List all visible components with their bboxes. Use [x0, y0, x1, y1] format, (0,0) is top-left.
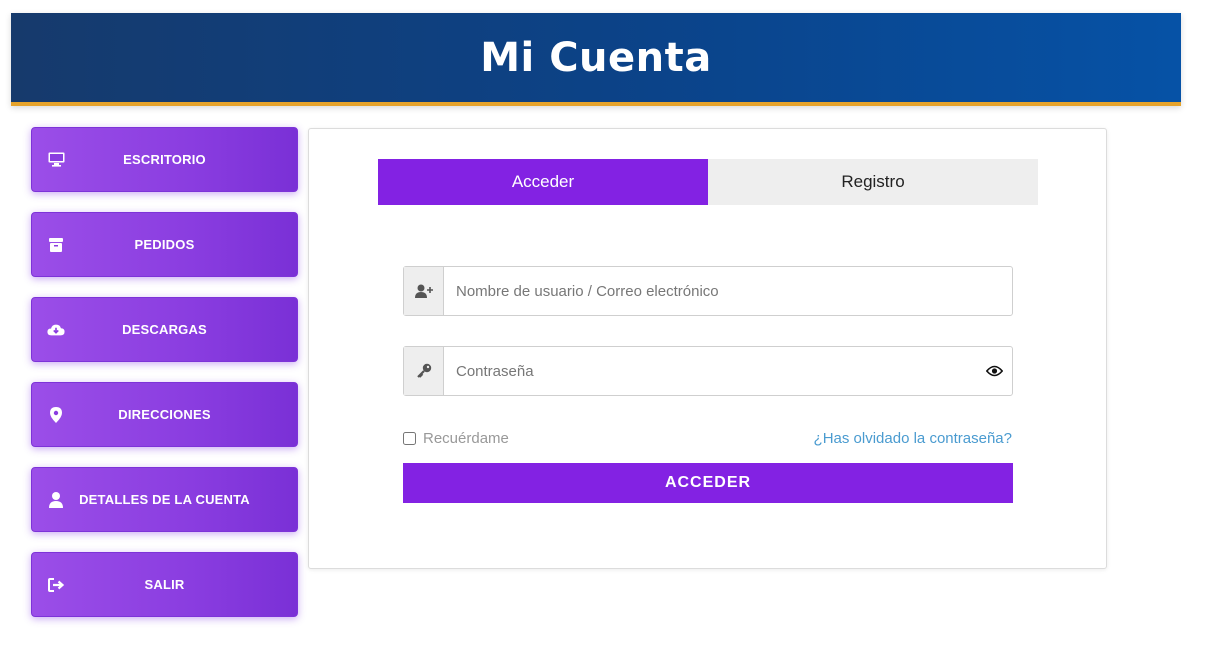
password-input[interactable]: [444, 347, 976, 395]
tab-registro[interactable]: Registro: [708, 159, 1038, 205]
sidebar-item-pedidos[interactable]: PEDIDOS: [31, 212, 298, 277]
sidebar-item-label: SALIR: [144, 577, 185, 592]
key-icon: [404, 347, 444, 395]
auth-tabs: Acceder Registro: [378, 159, 1038, 205]
user-plus-icon: [404, 267, 444, 315]
sidebar-item-label: PEDIDOS: [134, 237, 195, 252]
cloud-download-icon: [47, 321, 65, 339]
sidebar-item-label: ESCRITORIO: [123, 152, 206, 167]
tab-acceder[interactable]: Acceder: [378, 159, 708, 205]
forgot-password-link[interactable]: ¿Has olvidado la contraseña?: [814, 430, 1012, 447]
sidebar-item-label: DESCARGAS: [122, 322, 207, 337]
user-icon: [47, 491, 65, 509]
logout-icon: [47, 576, 65, 594]
show-password-icon[interactable]: [976, 347, 1012, 395]
sidebar-item-label: DETALLES DE LA CUENTA: [79, 492, 250, 507]
username-input[interactable]: [444, 267, 1012, 315]
monitor-icon: [47, 151, 65, 169]
page-title: Mi Cuenta: [480, 34, 712, 81]
sidebar-item-salir[interactable]: SALIR: [31, 552, 298, 617]
sidebar-item-label: DIRECCIONES: [118, 407, 211, 422]
password-field-group: [403, 346, 1013, 396]
sidebar-item-escritorio[interactable]: ESCRITORIO: [31, 127, 298, 192]
map-pin-icon: [47, 406, 65, 424]
page-header: Mi Cuenta: [11, 13, 1181, 106]
sidebar-item-detalles-cuenta[interactable]: DETALLES DE LA CUENTA: [31, 467, 298, 532]
box-icon: [47, 236, 65, 254]
remember-me[interactable]: Recuérdame: [403, 430, 509, 447]
account-sidebar: ESCRITORIO PEDIDOS DESCARGAS DIRECCIONES…: [31, 127, 298, 637]
remember-checkbox[interactable]: [403, 432, 416, 445]
username-field-group: [403, 266, 1013, 316]
login-submit-button[interactable]: ACCEDER: [403, 463, 1013, 503]
login-panel: Acceder Registro Recuérdame ¿Has olvidad…: [308, 128, 1107, 569]
sidebar-item-direcciones[interactable]: DIRECCIONES: [31, 382, 298, 447]
sidebar-item-descargas[interactable]: DESCARGAS: [31, 297, 298, 362]
remember-label: Recuérdame: [423, 430, 509, 447]
